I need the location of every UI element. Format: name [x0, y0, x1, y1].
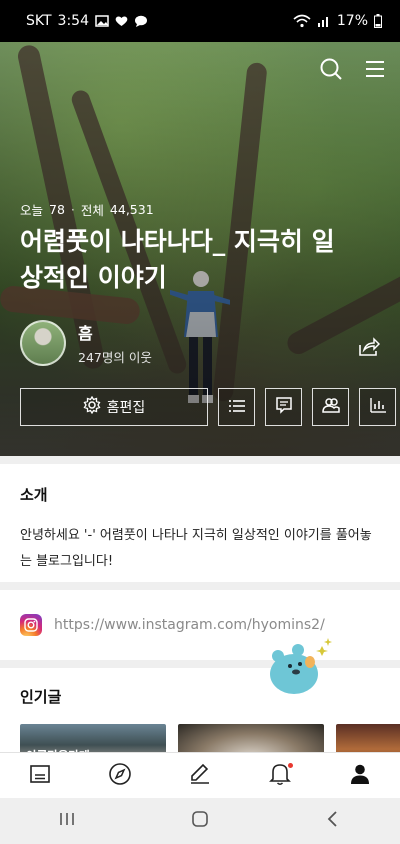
- action-row: 홈편집: [20, 388, 396, 426]
- neighbor-count[interactable]: 247명의 이웃: [78, 347, 152, 366]
- today-count: 78: [49, 202, 65, 217]
- instagram-icon: [20, 614, 42, 636]
- separator-dot: ·: [70, 202, 75, 217]
- section-divider: [0, 660, 400, 668]
- status-left: SKT 3:54: [26, 13, 148, 29]
- nav-discover[interactable]: [100, 756, 140, 796]
- system-nav-bar: [0, 798, 400, 844]
- blog-cover: 오늘 78 · 전체 44,531 어렴풋이 나타나다_ 지극히 일상적인 이야…: [0, 42, 400, 456]
- post-list-button[interactable]: [218, 388, 255, 426]
- nav-write[interactable]: [180, 756, 220, 796]
- status-bar: SKT 3:54 17%: [0, 0, 400, 42]
- stats-icon: [369, 397, 387, 417]
- edit-home-label: 홈편집: [106, 400, 146, 416]
- chat-bubble-icon: [134, 15, 148, 27]
- section-divider: [0, 456, 400, 464]
- notification-dot: [288, 762, 293, 768]
- neighbors-icon: [321, 396, 340, 418]
- avatar[interactable]: [20, 320, 66, 366]
- heart-icon: [115, 15, 128, 27]
- intro-text: 안녕하세요 '-' 어렴풋이 나타나 지극히 일상적인 이야기를 풀어놓는 블로…: [20, 528, 372, 569]
- section-divider: [0, 582, 400, 590]
- instagram-link[interactable]: https://www.instagram.com/hyomins2/: [0, 590, 400, 660]
- status-right: 17%: [293, 13, 382, 29]
- edit-home-button[interactable]: 홈편집: [20, 388, 208, 426]
- list-icon: [228, 398, 246, 417]
- profile-info: 흠 247명의 이웃: [78, 320, 152, 366]
- back-icon: [326, 810, 340, 832]
- search-icon[interactable]: [318, 56, 344, 82]
- back-button[interactable]: [313, 801, 353, 841]
- clock: 3:54: [57, 13, 89, 29]
- home-button[interactable]: [180, 801, 220, 841]
- blog-content: 소개 안녕하세요 '-' 어렴풋이 나타나 지극히 일상적인 이야기를 풀어놓는…: [0, 456, 400, 776]
- comment-icon: [275, 396, 293, 418]
- nav-profile[interactable]: [340, 756, 380, 796]
- nav-notifications[interactable]: [260, 756, 300, 796]
- neighbors-button[interactable]: [312, 388, 349, 426]
- total-count: 44,531: [109, 202, 154, 217]
- stats-button[interactable]: [359, 388, 396, 426]
- gallery-icon: [95, 15, 109, 27]
- recent-apps-button[interactable]: [47, 801, 87, 841]
- total-label: 전체: [80, 203, 104, 218]
- feed-icon: [29, 764, 51, 788]
- intro-title: 소개: [20, 486, 48, 504]
- compass-icon: [108, 762, 132, 790]
- signal-icon: [317, 15, 331, 27]
- today-label: 오늘: [20, 203, 44, 218]
- wifi-icon: [293, 14, 311, 28]
- bear-sticker-icon[interactable]: [266, 636, 336, 696]
- menu-icon[interactable]: [362, 56, 388, 82]
- share-icon[interactable]: [356, 334, 382, 360]
- gear-icon: [83, 395, 101, 418]
- battery-percent: 17%: [336, 13, 368, 29]
- cover-top-actions: [318, 56, 388, 82]
- battery-icon: [374, 14, 382, 28]
- guestbook-button[interactable]: [265, 388, 302, 426]
- pencil-icon: [188, 762, 212, 790]
- profile-icon: [349, 763, 371, 789]
- bottom-nav: [0, 752, 400, 798]
- intro-section: 소개 안녕하세요 '-' 어렴풋이 나타나 지극히 일상적인 이야기를 풀어놓는…: [0, 464, 400, 582]
- profile-name[interactable]: 흠: [78, 320, 152, 344]
- recent-apps-icon: [58, 811, 76, 831]
- visit-stats: 오늘 78 · 전체 44,531: [20, 200, 154, 219]
- profile[interactable]: 흠 247명의 이웃: [20, 320, 152, 366]
- nav-feed[interactable]: [20, 756, 60, 796]
- instagram-url[interactable]: https://www.instagram.com/hyomins2/: [54, 617, 325, 633]
- home-icon: [191, 810, 209, 832]
- carrier: SKT: [26, 13, 52, 29]
- blog-title: 어렴풋이 나타나다_ 지극히 일상적인 이야기: [20, 227, 335, 292]
